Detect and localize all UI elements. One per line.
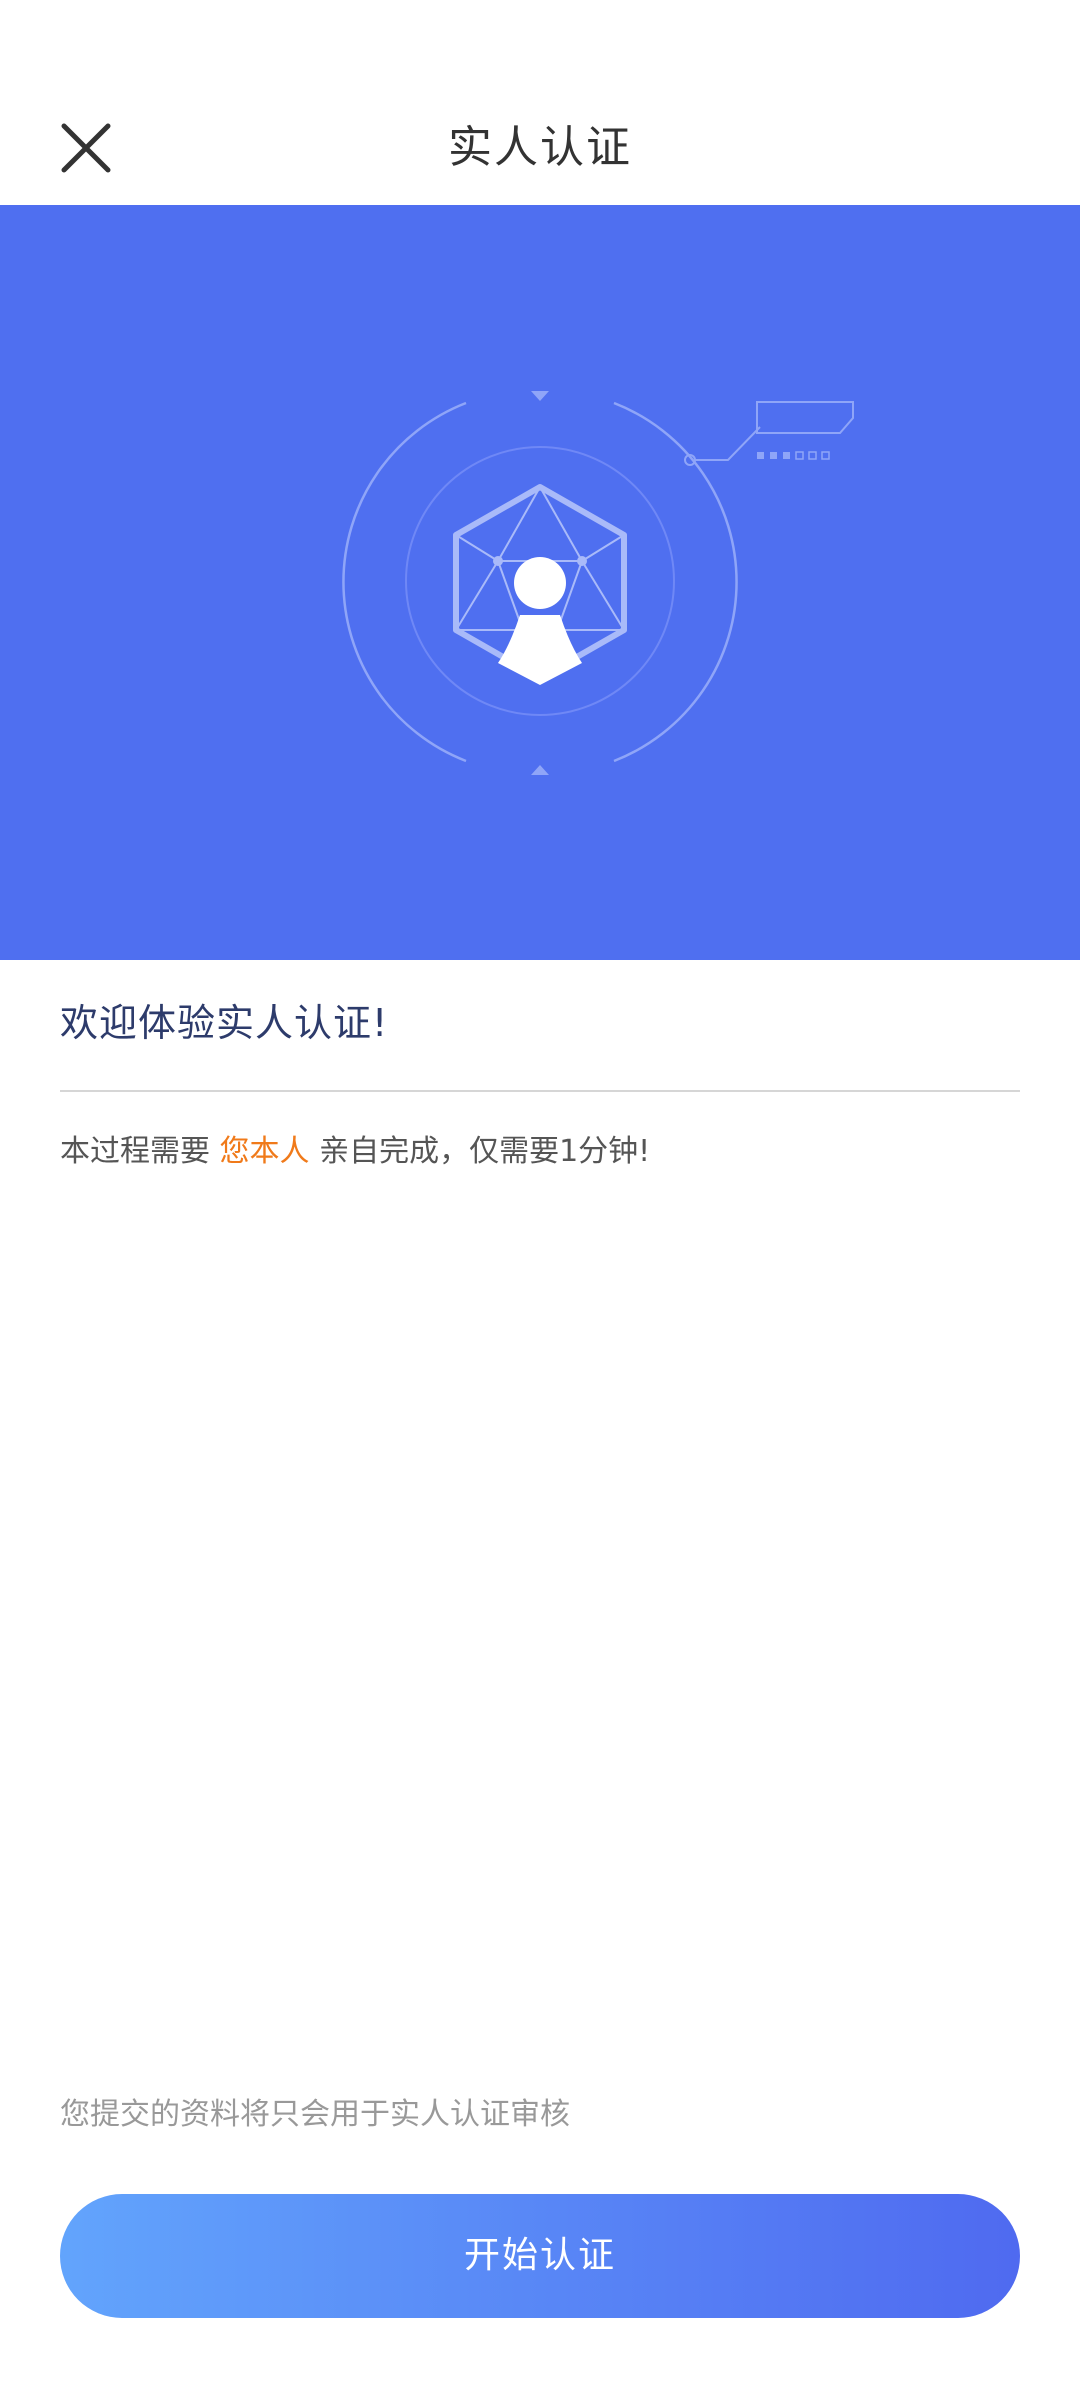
person-icon: [498, 557, 582, 685]
privacy-note: 您提交的资料将只会用于实人认证审核: [60, 2097, 570, 2132]
outer-arc-right: [613, 401, 738, 763]
start-verification-button[interactable]: 开始认证: [60, 2194, 1020, 2318]
welcome-title: 欢迎体验实人认证!: [60, 1001, 389, 1045]
real-person-verification-screen: 实人认证 欢迎体验实人认证! 本过程需要 您本人 亲自完成，仅需要1分钟! 您提…: [0, 0, 1080, 2400]
page-title: 实人认证: [448, 122, 632, 173]
desc-prefix: 本过程需要: [60, 1134, 210, 1169]
desc-highlight: 您本人: [219, 1134, 310, 1169]
divider: [60, 1090, 1020, 1092]
description-text: 本过程需要 您本人 亲自完成，仅需要1分钟!: [60, 1130, 650, 1174]
face-verification-illustration: [342, 391, 854, 775]
bottom-arrow-icon: [531, 765, 549, 775]
desc-suffix: 亲自完成，仅需要1分钟!: [319, 1134, 651, 1169]
app-header: 实人认证: [0, 0, 1080, 205]
top-arrow-icon: [531, 391, 549, 401]
outer-arc-left: [342, 401, 467, 763]
circuit-line-icon: [684, 401, 854, 466]
verification-banner: [0, 205, 1080, 960]
